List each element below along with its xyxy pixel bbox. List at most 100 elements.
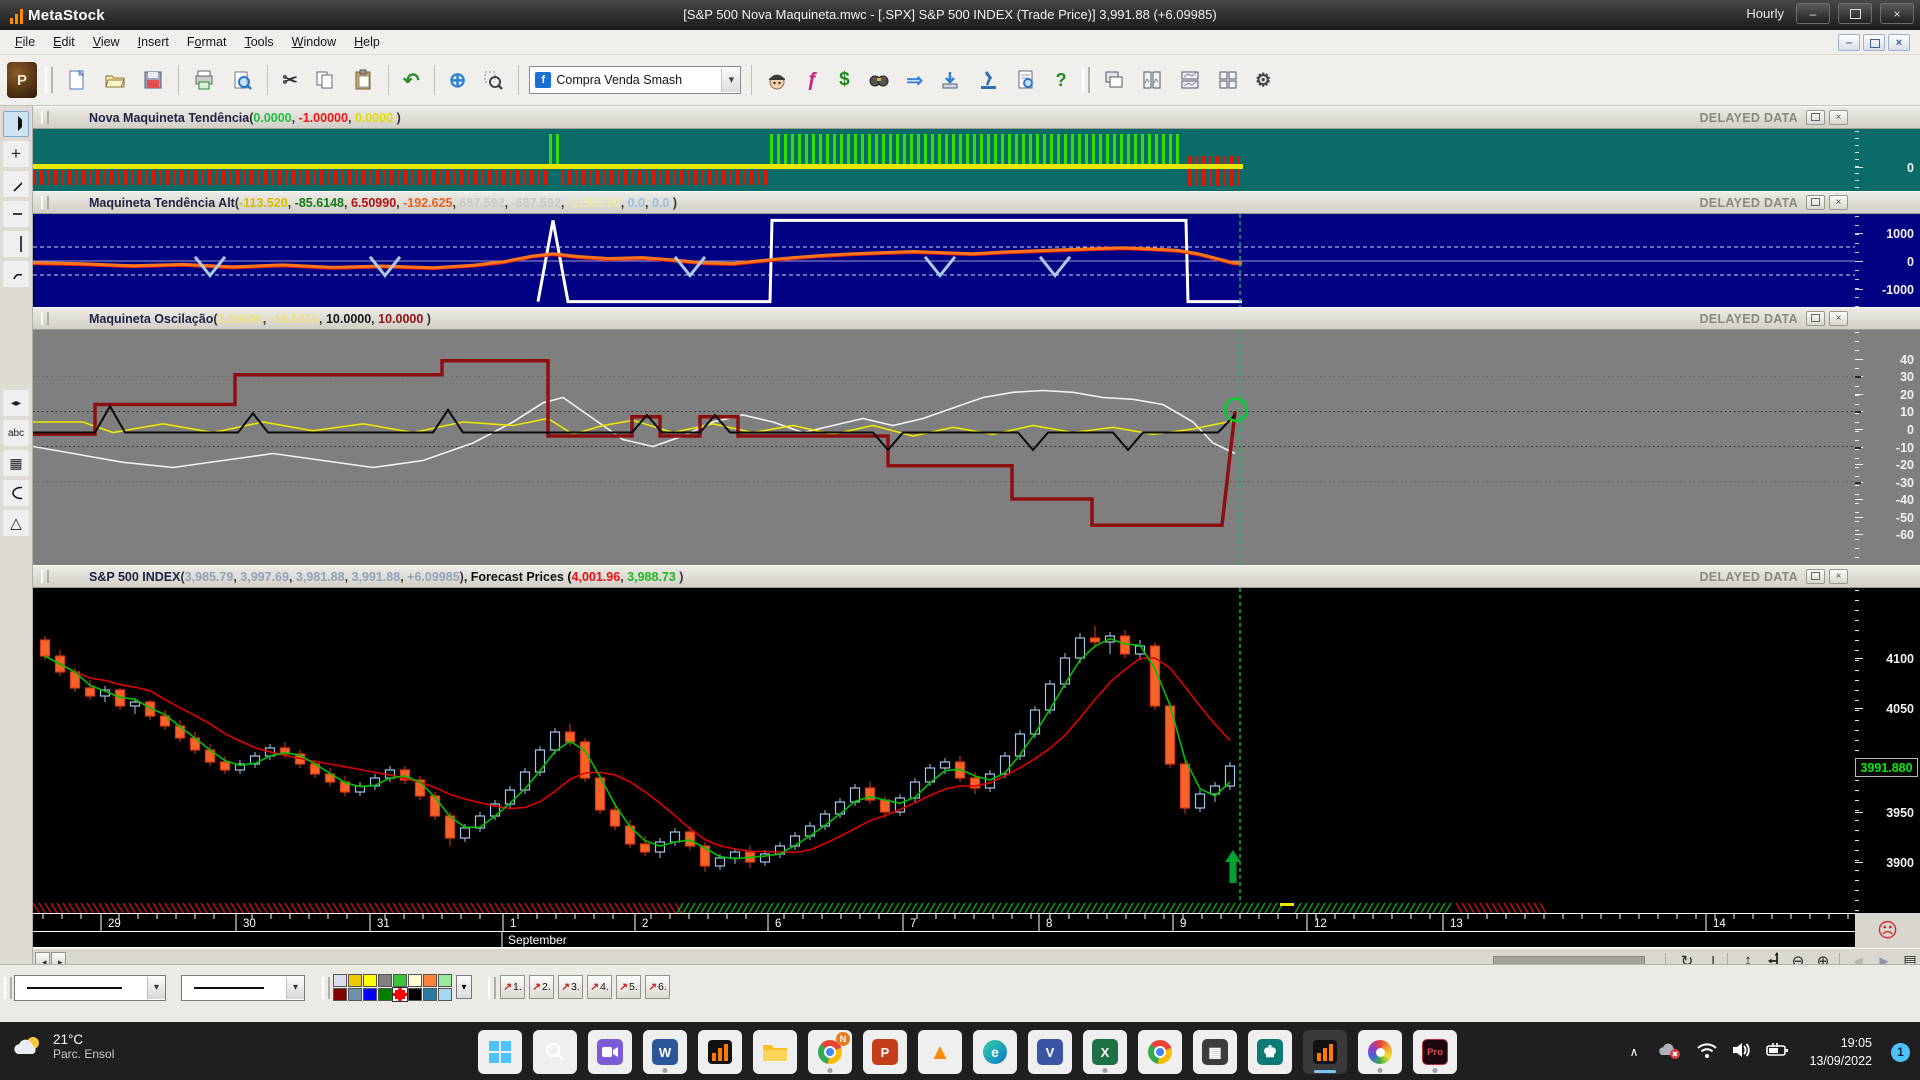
oscilacao-value-axis[interactable]: 403020100-10-20-30-40-50-60 [1855,330,1920,565]
palette-color-0-4[interactable] [393,974,407,987]
trend-template-button-5[interactable]: ↗5. [616,975,641,999]
dropdown-arrow-icon[interactable]: ▾ [286,977,304,999]
palette-color-1-3[interactable] [378,988,392,1001]
taskbar-icon-powerpoint[interactable]: P [863,1030,907,1074]
undo-button[interactable]: ↶ [396,64,427,96]
cascade-windows-button[interactable] [1096,64,1132,96]
panel-close-button[interactable]: × [1829,110,1848,125]
trend-template-button-3[interactable]: ↗3. [558,975,583,999]
child-close-button[interactable]: × [1888,34,1910,51]
palette-color-1-6[interactable] [423,988,437,1001]
trend-template-button-4[interactable]: ↗4. [587,975,612,999]
taskbar-icon-chrome[interactable] [1138,1030,1182,1074]
child-minimize-button[interactable]: – [1838,34,1860,51]
indicator-builder-button[interactable]: ƒ [797,64,827,96]
notification-count-badge[interactable]: 1 [1891,1043,1910,1062]
volume-icon[interactable] [1731,1041,1753,1064]
chart-oscilacao[interactable] [33,330,1855,565]
menu-item-edit[interactable]: Edit [44,32,84,52]
panel-grip[interactable] [41,196,49,209]
chart-tendencia-alt[interactable] [33,214,1855,307]
taskbar-icon-metastock[interactable] [698,1030,742,1074]
print-button[interactable] [186,64,222,96]
taskbar-icon-excel[interactable]: X [1083,1030,1127,1074]
tile-horizontal-button[interactable] [1172,64,1208,96]
layout-combobox[interactable]: fCompra Venda Smash▾ [529,66,741,94]
panel-grip[interactable] [41,570,49,583]
toolbar2-grip[interactable] [4,977,12,999]
tile-vertical-button[interactable] [1134,64,1170,96]
onedrive-error-icon[interactable] [1657,1040,1683,1065]
taskbar-icon-edge[interactable]: e [973,1030,1017,1074]
vertical-line-tool[interactable] [3,231,29,257]
child-restore-button[interactable] [1863,34,1885,51]
combobox-dropdown-arrow[interactable]: ▾ [721,68,740,92]
scroll-arrows-tool[interactable]: ◂▸ [3,390,29,416]
ellipse-tool[interactable] [3,480,29,506]
taskbar-icon-paint[interactable] [1358,1030,1402,1074]
weather-widget[interactable]: 21°CParc. Ensol [14,1032,114,1061]
dropdown-arrow-icon[interactable]: ▾ [147,977,165,999]
print-preview-button[interactable] [224,64,260,96]
taskbar-icon-start[interactable] [478,1030,522,1074]
trend-template-button-6[interactable]: ↗6. [645,975,670,999]
copy-button[interactable] [307,64,343,96]
toolbar-grip[interactable] [45,67,53,93]
cut-button[interactable]: ✂ [275,64,305,96]
toolbar-grip[interactable] [1082,67,1090,93]
date-axis[interactable]: 293031126789121314September ☹ [33,913,1920,948]
horizontal-line-tool[interactable] [3,201,29,227]
panel-grip[interactable] [41,312,49,325]
zoom-select-button[interactable] [475,64,511,96]
trend-template-button-1[interactable]: ↗1. [500,975,525,999]
taskbar-icon-pro[interactable]: Pro [1413,1030,1457,1074]
panel-close-button[interactable]: × [1829,195,1848,210]
palette-color-0-3[interactable] [378,974,392,987]
menu-item-insert[interactable]: Insert [129,32,178,52]
palette-color-0-6[interactable] [423,974,437,987]
panel-restore-button[interactable] [1806,569,1825,584]
palette-color-0-5[interactable] [408,974,422,987]
tile-grid-button[interactable] [1210,64,1246,96]
tendencia-value-axis[interactable]: 0 [1855,129,1920,191]
menu-item-window[interactable]: Window [283,32,345,52]
panel-restore-button[interactable] [1806,195,1825,210]
palette-color-0-1[interactable] [348,974,362,987]
taskbar-icon-video-app[interactable] [588,1030,632,1074]
crosshair-plus-tool[interactable]: + [3,141,29,167]
panel-close-button[interactable]: × [1829,311,1848,326]
panel-grip[interactable] [41,111,49,124]
minimize-button[interactable]: – [1796,3,1830,24]
new-chart-button[interactable] [59,64,95,96]
panel-restore-button[interactable] [1806,311,1825,326]
menu-item-tools[interactable]: Tools [235,32,282,52]
maximize-button[interactable] [1838,3,1872,24]
toolbar2-grip[interactable] [322,977,330,999]
microscope-button[interactable] [970,64,1006,96]
close-button[interactable]: × [1880,3,1914,24]
help-pointer-button[interactable]: ? [1046,64,1076,96]
taskbar-icon-chrome-notification[interactable]: N [808,1030,852,1074]
menu-item-help[interactable]: Help [345,32,389,52]
line-weight-dropdown[interactable]: ▾ [181,975,305,1001]
save-button[interactable] [135,64,171,96]
pattern-tool[interactable]: ▦ [3,450,29,476]
taskbar-icon-chess[interactable]: ♚ [1248,1030,1292,1074]
palette-color-1-4[interactable] [393,988,407,1001]
pointer-tool[interactable] [3,111,29,137]
menu-item-format[interactable]: Format [178,32,236,52]
tray-chevron-icon[interactable]: ∧ [1624,1044,1645,1060]
chart-scrollbar[interactable]: ◂▸↻I↕⊖⊕◀▶▤ [33,948,1920,964]
taskbar-icon-metastock-active[interactable] [1303,1030,1347,1074]
taskbar-icon-word[interactable]: W [643,1030,687,1074]
customize-button[interactable]: ⚙ [1248,64,1278,96]
menu-item-file[interactable]: File [6,32,44,52]
chart-sp500-candles[interactable] [33,588,1855,913]
palette-color-1-2[interactable] [363,988,377,1001]
palette-color-1-1[interactable] [348,988,362,1001]
palette-color-1-0[interactable] [333,988,347,1001]
text-tool[interactable]: abc [3,420,29,446]
chart-tendencia[interactable] [33,129,1855,191]
palette-color-0-0[interactable] [333,974,347,987]
crosshair-button[interactable]: ⊕ [442,64,474,96]
